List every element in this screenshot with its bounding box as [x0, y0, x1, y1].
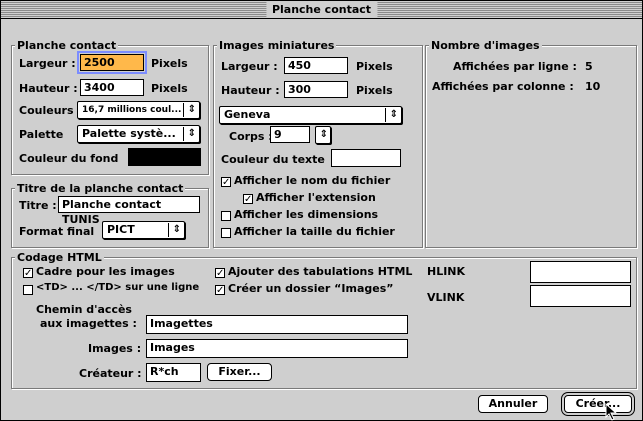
chemin-label-1: Chemin d'accès [36, 303, 132, 316]
updown-arrows-icon: ⇕ [187, 128, 196, 139]
format-final-popup[interactable]: PICT ⇕ [102, 221, 185, 239]
tabulations-checkbox[interactable]: ✓ [215, 268, 225, 279]
affichees-ligne-label: Affichées par ligne : [453, 60, 577, 73]
tabulations-label: Ajouter des tabulations HTML [228, 265, 413, 278]
font-popup[interactable]: Geneva ⇕ [219, 106, 402, 124]
couleur-fond-label: Couleur du fond [19, 152, 119, 165]
titre-input[interactable]: Planche contact TUNIS [58, 196, 200, 226]
chemin-input[interactable]: Imagettes [146, 315, 408, 334]
fixer-button[interactable]: Fixer... [207, 363, 272, 381]
dialog-window: Planche contact Planche contact Largeur … [0, 0, 643, 421]
td-ligne-checkbox[interactable] [23, 285, 33, 295]
afficher-taille-checkbox[interactable] [221, 228, 231, 238]
planche-contact-group-title: Planche contact [15, 39, 119, 52]
planche-hauteur-unit: Pixels [151, 82, 188, 95]
mini-largeur-unit: Pixels [356, 60, 393, 73]
popup-divider [183, 103, 184, 117]
hlink-input[interactable] [530, 261, 631, 283]
afficher-dimensions-label: Afficher les dimensions [234, 208, 379, 221]
annuler-button[interactable]: Annuler [478, 395, 548, 413]
font-popup-value: Geneva [224, 108, 271, 121]
vlink-input[interactable] [530, 285, 631, 307]
afficher-dimensions-checkbox[interactable] [221, 211, 231, 221]
corps-input[interactable]: 9 [270, 126, 310, 143]
hlink-label: HLINK [427, 265, 466, 278]
planche-largeur-label: Largeur : [19, 57, 76, 70]
updown-arrows-icon: ⇕ [319, 129, 328, 140]
creer-button[interactable]: Créer... [564, 395, 632, 413]
codage-html-group-title: Codage HTML [15, 251, 104, 264]
updown-arrows-icon: ⇕ [172, 224, 181, 235]
planche-hauteur-input[interactable]: 3400 [80, 79, 144, 96]
vlink-label: VLINK [427, 291, 465, 304]
affichees-ligne-value: 5 [585, 60, 593, 73]
mini-hauteur-input[interactable]: 300 [284, 81, 348, 98]
createur-input[interactable]: R*ch [146, 363, 201, 382]
updown-arrows-icon: ⇕ [389, 109, 398, 120]
window-title: Planche contact [265, 2, 378, 17]
couleur-texte-swatch[interactable] [331, 149, 401, 167]
afficher-nom-checkbox[interactable]: ✓ [221, 177, 231, 188]
afficher-nom-label: Afficher le nom du fichier [234, 174, 391, 187]
titre-label: Titre : [19, 199, 57, 212]
planche-largeur-input[interactable]: 2500 [77, 51, 147, 74]
mini-largeur-input[interactable]: 450 [284, 57, 348, 74]
couleur-texte-label: Couleur du texte [221, 153, 325, 166]
popup-divider [183, 127, 184, 141]
affichees-colonne-label: Affichées par colonne : [432, 80, 574, 93]
cadre-images-label: Cadre pour les images [36, 265, 175, 278]
titre-group-title: Titre de la planche contact [15, 182, 186, 195]
planche-largeur-unit: Pixels [151, 57, 188, 70]
creer-dossier-checkbox[interactable]: ✓ [215, 285, 225, 296]
updown-arrows-icon: ⇕ [187, 104, 196, 115]
popup-divider [168, 223, 169, 237]
couleurs-popup-value: 16,7 millions coul... [82, 105, 182, 115]
couleurs-label: Couleurs [19, 104, 74, 117]
nombre-images-group-title: Nombre d'images [429, 39, 542, 52]
format-final-popup-value: PICT [107, 223, 135, 236]
mini-hauteur-unit: Pixels [356, 84, 393, 97]
mouse-pointer-icon [605, 403, 618, 421]
images-label: Images : [88, 342, 142, 355]
corps-label: Corps : [229, 130, 273, 143]
mini-largeur-label: Largeur : [221, 60, 278, 73]
corps-stepper[interactable]: ⇕ [315, 126, 331, 144]
planche-hauteur-label: Hauteur : [19, 82, 78, 95]
affichees-colonne-value: 10 [585, 80, 601, 93]
couleurs-popup[interactable]: 16,7 millions coul... ⇕ [77, 101, 200, 119]
afficher-extension-checkbox[interactable]: ✓ [243, 194, 253, 205]
creer-dossier-label: Créer un dossier “Images” [228, 282, 394, 295]
nombre-images-group [425, 45, 637, 248]
popup-divider [385, 108, 386, 122]
createur-label: Créateur : [79, 367, 142, 380]
couleur-fond-swatch[interactable] [128, 148, 201, 166]
palette-popup-value: Palette systè... [82, 127, 176, 140]
images-miniatures-group-title: Images miniatures [217, 39, 337, 52]
cadre-images-checkbox[interactable]: ✓ [23, 268, 33, 279]
afficher-extension-label: Afficher l'extension [256, 191, 376, 204]
mini-hauteur-label: Hauteur : [221, 84, 280, 97]
title-bar[interactable]: Planche contact [1, 1, 642, 19]
td-ligne-label: <TD> ... </TD> sur une ligne [36, 282, 200, 293]
afficher-taille-label: Afficher la taille du fichier [234, 225, 395, 238]
format-final-label: Format final [19, 225, 95, 238]
chemin-label-2: aux imagettes : [40, 317, 137, 330]
palette-label: Palette [19, 128, 64, 141]
images-input[interactable]: Images [146, 339, 408, 358]
palette-popup[interactable]: Palette systè... ⇕ [77, 125, 200, 143]
